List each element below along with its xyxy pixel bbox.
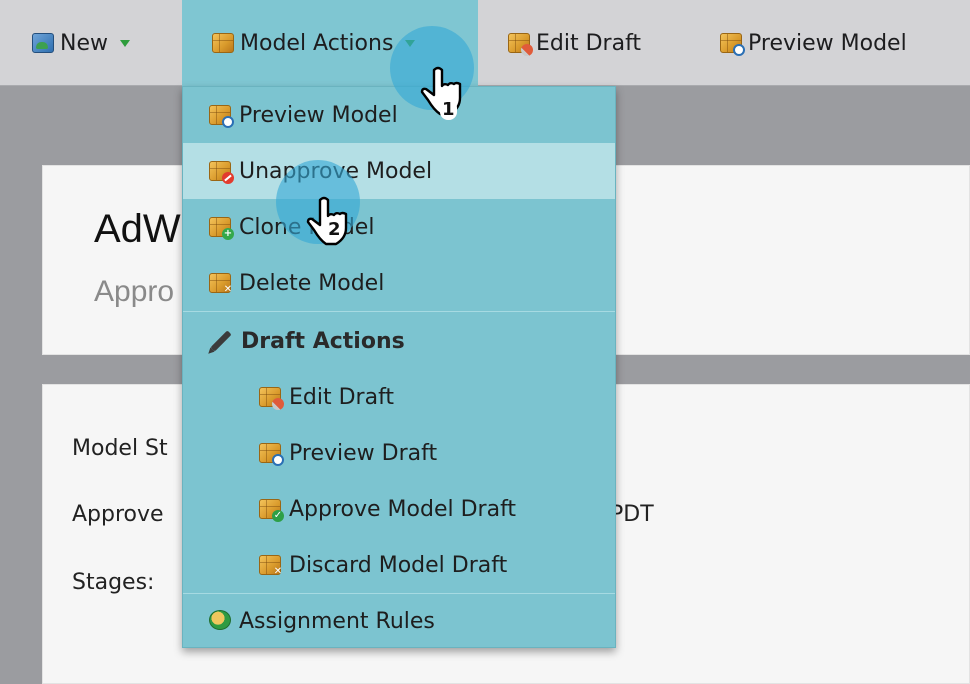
new-icon xyxy=(32,33,54,53)
delete-model-icon: ✕ xyxy=(209,273,232,295)
edit-draft-icon xyxy=(259,387,287,413)
step-number-1: 1 xyxy=(440,99,457,120)
menu-item-label: Edit Draft xyxy=(289,384,395,410)
menu-header-draft-actions: Draft Actions xyxy=(183,313,615,369)
preview-draft-icon xyxy=(259,443,284,466)
preview-model-label: Preview Model xyxy=(748,30,907,56)
page-subtitle: Appro xyxy=(94,275,175,308)
assignment-rules-icon xyxy=(209,610,231,632)
unapprove-model-icon xyxy=(209,161,234,184)
menu-item-label: Delete Model xyxy=(239,270,385,296)
preview-model-button[interactable]: Preview Model xyxy=(720,0,907,86)
preview-model-icon xyxy=(720,33,745,56)
menu-item-preview-draft[interactable]: Preview Draft xyxy=(183,425,615,481)
pencil-icon xyxy=(210,330,232,352)
menu-item-edit-draft[interactable]: Edit Draft xyxy=(183,369,615,425)
preview-model-icon xyxy=(209,105,234,128)
edit-draft-icon xyxy=(508,33,536,59)
clone-model-icon: + xyxy=(209,217,234,240)
menu-divider xyxy=(183,311,615,312)
model-actions-menu: Preview Model Unapprove Model + Clone Mo… xyxy=(182,86,616,648)
model-actions-label: Model Actions xyxy=(240,30,394,56)
discard-draft-icon: ✕ xyxy=(259,555,282,577)
menu-item-label: Discard Model Draft xyxy=(289,552,508,578)
approved-label: Approve xyxy=(72,502,164,527)
page-title: AdW xyxy=(94,207,181,251)
menu-item-preview-model[interactable]: Preview Model xyxy=(183,87,615,143)
menu-item-label: Preview Draft xyxy=(289,440,438,466)
edit-draft-button[interactable]: Edit Draft xyxy=(508,0,641,86)
menu-item-label: Assignment Rules xyxy=(239,608,435,634)
menu-item-approve-model-draft[interactable]: ✓ Approve Model Draft xyxy=(183,481,615,537)
menu-item-assignment-rules[interactable]: Assignment Rules xyxy=(183,593,615,649)
new-button-label: New xyxy=(60,30,108,56)
menu-item-clone-model[interactable]: + Clone Model xyxy=(183,199,615,255)
edit-draft-label: Edit Draft xyxy=(536,30,642,56)
menu-item-unapprove-model[interactable]: Unapprove Model xyxy=(183,143,615,199)
menu-item-discard-model-draft[interactable]: ✕ Discard Model Draft xyxy=(183,537,615,593)
chevron-down-icon xyxy=(120,39,130,47)
approved-time: PDT xyxy=(610,502,654,527)
toolbar: New Model Actions Edit Draft Preview Mod… xyxy=(0,0,970,86)
menu-item-label: Preview Model xyxy=(239,102,398,128)
model-icon xyxy=(212,33,234,53)
menu-item-delete-model[interactable]: ✕ Delete Model xyxy=(183,255,615,311)
model-status-label: Model St xyxy=(72,436,168,461)
menu-item-label: Approve Model Draft xyxy=(289,496,517,522)
new-button[interactable]: New xyxy=(32,0,130,86)
menu-header-label: Draft Actions xyxy=(241,328,405,354)
step-number-2: 2 xyxy=(326,219,343,240)
stages-label: Stages: xyxy=(72,570,155,595)
approve-draft-icon: ✓ xyxy=(259,499,284,522)
